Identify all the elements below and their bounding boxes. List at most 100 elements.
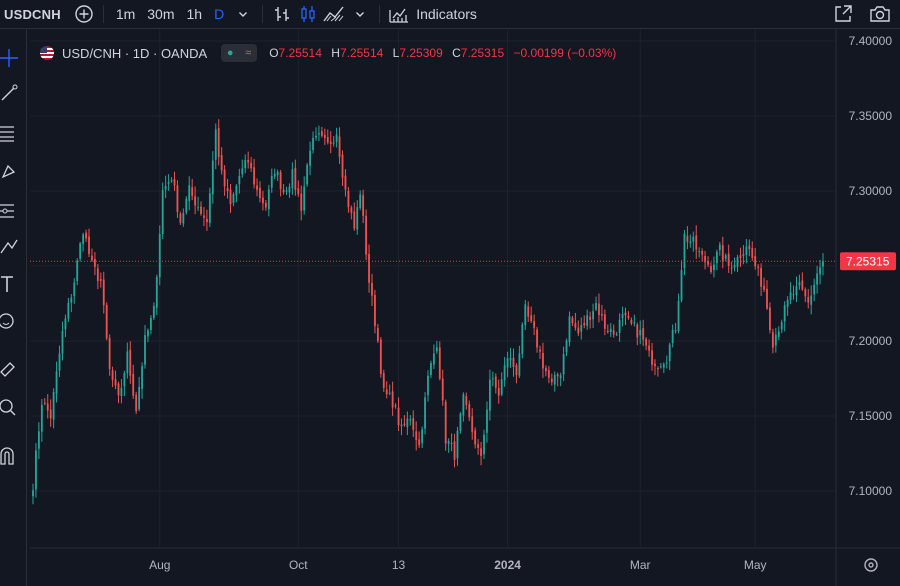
y-tick-label: 7.40000 xyxy=(849,34,893,48)
market-status-pill[interactable]: ● ≈ xyxy=(221,44,258,62)
close-value: 7.25315 xyxy=(460,46,505,60)
candle-body xyxy=(527,306,530,317)
candle-body xyxy=(530,315,533,321)
candle-body xyxy=(618,319,621,334)
y-tick-label: 7.20000 xyxy=(849,334,893,348)
candle-body xyxy=(365,215,368,255)
candle-body xyxy=(730,267,733,269)
candle-body xyxy=(111,370,114,380)
candle-body xyxy=(262,197,264,204)
candle-body xyxy=(164,185,167,190)
candle-body xyxy=(444,401,447,444)
candle-body xyxy=(288,186,291,193)
candle-body xyxy=(742,254,745,257)
chart-title[interactable]: USD/CNH · 1D · OANDA xyxy=(62,46,207,61)
candle-body xyxy=(771,332,774,348)
candle-body xyxy=(480,448,482,456)
candle-body xyxy=(427,375,429,396)
candle xyxy=(105,302,108,341)
candle xyxy=(424,392,426,435)
candle-body xyxy=(804,289,807,297)
candle-body xyxy=(418,439,421,446)
candle-body xyxy=(291,169,294,189)
candle-body xyxy=(488,379,491,411)
candle-body xyxy=(586,315,589,326)
candle-body xyxy=(347,190,350,208)
candle-body xyxy=(217,128,220,158)
candle-body xyxy=(138,386,141,410)
candle-body xyxy=(494,376,497,388)
candle-body xyxy=(533,321,536,328)
candle-body xyxy=(477,444,480,448)
candle-body xyxy=(126,351,129,374)
candle-body xyxy=(686,235,689,242)
candle-body xyxy=(318,133,320,135)
candle-body xyxy=(598,303,600,316)
candle-body xyxy=(43,402,46,404)
candle-body xyxy=(819,267,821,275)
candle-body xyxy=(447,440,450,444)
candle-body xyxy=(152,305,155,318)
price-chart[interactable]: 7.400007.350007.300007.250007.200007.150… xyxy=(0,0,900,586)
candle xyxy=(79,241,82,262)
candle-body xyxy=(774,334,777,346)
candle-body xyxy=(99,279,102,281)
candle-body xyxy=(155,276,158,308)
candle-body xyxy=(701,250,704,255)
candle-body xyxy=(247,159,250,163)
change-value: −0.00199 (−0.03%) xyxy=(513,46,617,60)
last-price-text: 7.25315 xyxy=(846,254,890,268)
candle-body xyxy=(120,387,123,396)
candle-body xyxy=(297,188,300,195)
candle-body xyxy=(736,257,739,267)
candle-body xyxy=(179,213,182,223)
candle-body xyxy=(73,282,76,297)
candle-body xyxy=(388,392,391,394)
candle-body xyxy=(226,188,229,192)
candle-body xyxy=(524,304,527,326)
candle-body xyxy=(200,206,202,214)
candle-body xyxy=(789,292,792,301)
candle-body xyxy=(766,288,768,309)
candle-body xyxy=(506,358,509,368)
candle-body xyxy=(748,245,751,250)
candle-body xyxy=(259,187,261,199)
candle-body xyxy=(518,353,521,376)
candle-body xyxy=(677,300,680,332)
candle xyxy=(161,182,164,240)
candle-body xyxy=(208,193,211,223)
candle xyxy=(459,412,462,434)
candle-body xyxy=(150,317,152,330)
candle-body xyxy=(601,313,603,316)
market-open-icon: ● xyxy=(226,47,234,59)
candle xyxy=(568,311,571,347)
candle-body xyxy=(577,327,580,334)
candle-body xyxy=(792,294,795,296)
candle-body xyxy=(170,180,173,182)
candle-body xyxy=(512,357,515,368)
candle-body xyxy=(509,357,512,361)
candle-body xyxy=(710,266,712,272)
candle-body xyxy=(595,302,597,310)
candle-body xyxy=(329,141,332,145)
candle-body xyxy=(176,185,179,213)
y-tick-label: 7.10000 xyxy=(849,484,893,498)
candle-body xyxy=(757,266,760,268)
candle-body xyxy=(371,282,373,296)
candle-body xyxy=(191,187,194,196)
candle-body xyxy=(539,349,541,352)
candle-body xyxy=(671,329,674,343)
open-value: 7.25514 xyxy=(278,46,322,60)
candle-body xyxy=(547,370,550,378)
candle-body xyxy=(612,330,615,335)
candle-body xyxy=(801,280,804,290)
candle-body xyxy=(285,190,288,192)
candle-body xyxy=(70,297,73,303)
candle-body xyxy=(786,299,789,307)
candle-body xyxy=(450,443,453,445)
x-tick-label: May xyxy=(744,558,767,572)
candle-body xyxy=(662,364,665,368)
candle-body xyxy=(76,260,79,281)
candle-body xyxy=(223,169,226,187)
candle-body xyxy=(144,335,146,365)
